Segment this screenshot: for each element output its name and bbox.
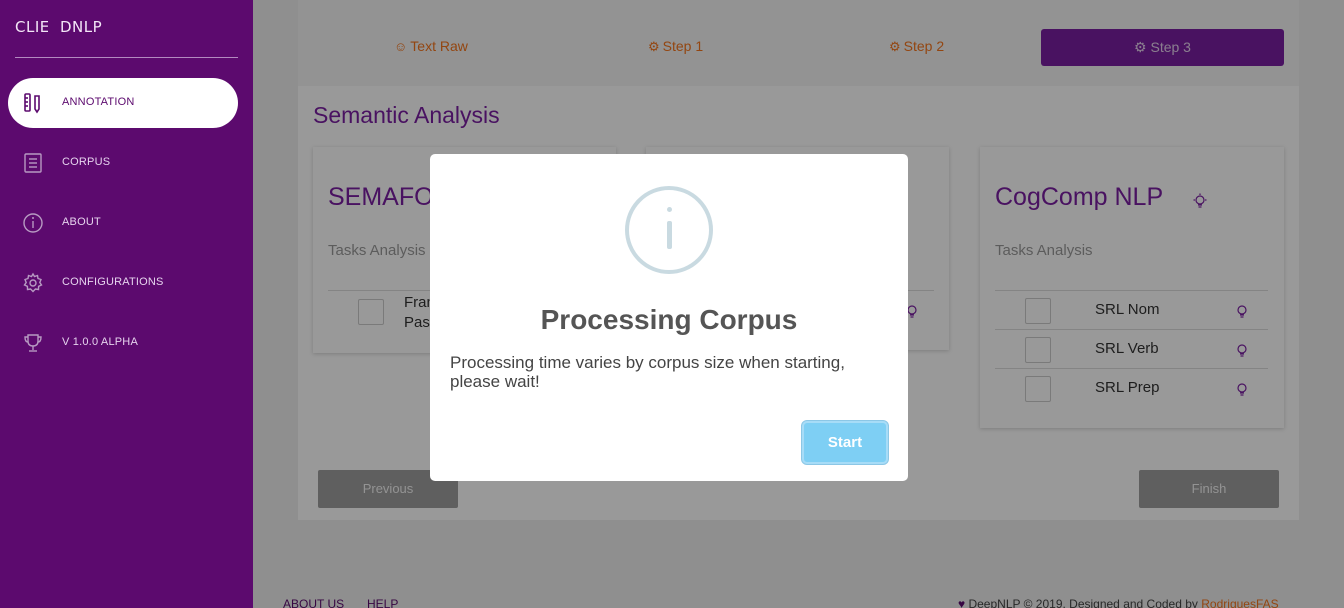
sidebar-item-configurations[interactable]: CONFIGURATIONS <box>8 258 238 308</box>
info-icon <box>625 186 713 274</box>
gear-icon <box>23 272 43 293</box>
annotation-icon <box>24 93 40 114</box>
document-icon <box>24 153 42 173</box>
sidebar-item-label: ANNOTATION <box>62 96 135 108</box>
sidebar-divider <box>15 57 238 58</box>
sidebar-item-version[interactable]: V 1.0.0 ALPHA <box>8 318 238 368</box>
modal-title: Processing Corpus <box>540 304 798 335</box>
sidebar-item-label: ABOUT <box>62 216 101 228</box>
info-bar <box>667 221 672 249</box>
sidebar-item-annotation[interactable]: ANNOTATION <box>8 78 238 128</box>
brand-full[interactable]: DNLP <box>60 18 102 36</box>
start-button[interactable]: Start <box>802 421 888 464</box>
info-dot <box>667 207 672 212</box>
sidebar-item-label: V 1.0.0 ALPHA <box>62 336 138 348</box>
info-icon <box>23 213 43 233</box>
sidebar-item-corpus[interactable]: CORPUS <box>8 138 238 188</box>
trophy-icon <box>24 334 42 352</box>
modal-text: Processing time varies by corpus size wh… <box>450 353 845 391</box>
sidebar-item-about[interactable]: ABOUT <box>8 198 238 248</box>
processing-modal: Processing Corpus Processing time varies… <box>430 154 908 481</box>
sidebar: CLIENT DNLP ANNOTATION CORPUS <box>0 0 253 608</box>
brand: CLIENT DNLP <box>0 0 253 56</box>
sidebar-item-label: CONFIGURATIONS <box>62 276 164 288</box>
brand-mini[interactable]: CLIENT <box>15 18 48 36</box>
sidebar-item-label: CORPUS <box>62 156 111 168</box>
